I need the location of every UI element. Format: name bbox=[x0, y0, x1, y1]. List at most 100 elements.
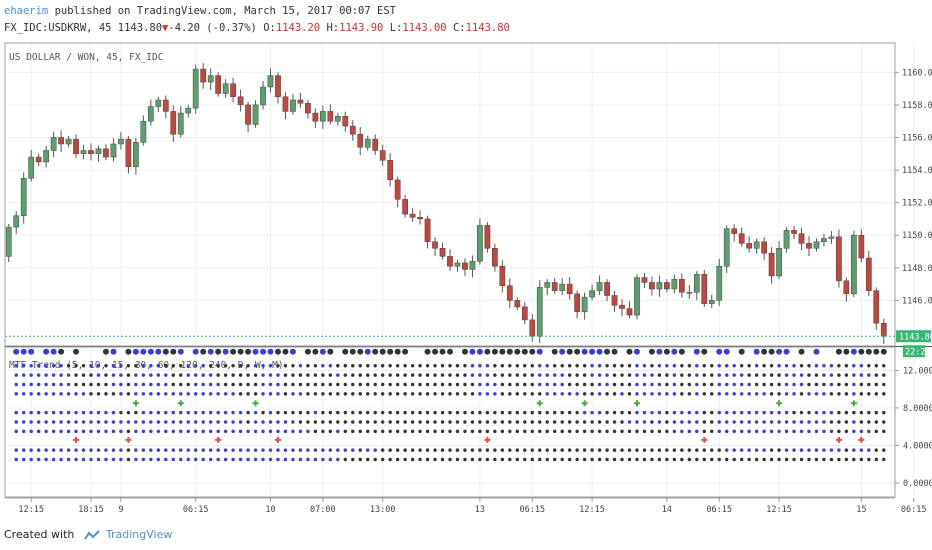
trend-dot bbox=[179, 382, 183, 387]
candle-body bbox=[634, 277, 640, 316]
trend-dot bbox=[448, 382, 452, 387]
trend-dot bbox=[425, 382, 430, 387]
summary-dot bbox=[514, 348, 521, 355]
trend-dot bbox=[575, 429, 579, 434]
trend-dot bbox=[164, 448, 168, 452]
trend-dot bbox=[739, 429, 744, 434]
trend-dot bbox=[216, 448, 220, 452]
trend-dot bbox=[874, 382, 879, 387]
trend-dot bbox=[410, 373, 415, 377]
trend-dot bbox=[620, 429, 624, 434]
trend-dot bbox=[111, 457, 116, 462]
trend-dot bbox=[238, 364, 243, 368]
trend-dot bbox=[837, 392, 841, 396]
trend-dot bbox=[268, 429, 273, 434]
trend-dot bbox=[373, 457, 377, 462]
trend-dot bbox=[769, 364, 774, 368]
trend-dot bbox=[410, 382, 415, 387]
open-label: O: bbox=[263, 22, 276, 34]
trend-dot bbox=[807, 448, 811, 452]
trend-dot bbox=[470, 457, 475, 462]
trend-dot bbox=[380, 420, 385, 424]
x-tick-label: 07:00 bbox=[310, 505, 336, 515]
trend-dot bbox=[208, 382, 213, 387]
trend-dot bbox=[410, 429, 415, 434]
trend-dot bbox=[725, 364, 729, 368]
trend-dot bbox=[380, 429, 385, 434]
trend-dot bbox=[530, 392, 534, 396]
trend-dot bbox=[455, 420, 460, 424]
trend-dot bbox=[844, 420, 849, 424]
trend-dot bbox=[508, 392, 512, 396]
summary-dot bbox=[678, 348, 685, 355]
summary-dot bbox=[215, 348, 222, 355]
trend-dot bbox=[710, 448, 714, 452]
trend-dot bbox=[485, 457, 490, 462]
trend-dot bbox=[882, 382, 886, 387]
trend-dot bbox=[66, 382, 71, 387]
trend-dot bbox=[822, 429, 826, 434]
trend-dot bbox=[126, 373, 131, 377]
trend-dot bbox=[769, 373, 774, 377]
trend-dot bbox=[852, 382, 856, 387]
trend-dot bbox=[463, 457, 467, 462]
summary-dot bbox=[73, 348, 80, 355]
chart-canvas[interactable]: US DOLLAR / WON, 45, FX_IDC 1146.00 1148.0… bbox=[0, 40, 932, 520]
summary-dot bbox=[110, 348, 117, 355]
trend-dot bbox=[612, 420, 617, 424]
trend-dot bbox=[119, 410, 123, 415]
trend-dot bbox=[695, 457, 699, 462]
trend-dot bbox=[328, 420, 333, 424]
trend-dot bbox=[268, 364, 273, 368]
trend-dot bbox=[478, 429, 482, 434]
trend-dot bbox=[762, 420, 766, 424]
trend-dot bbox=[545, 373, 549, 377]
summary-dot bbox=[574, 348, 581, 355]
trend-dot bbox=[725, 410, 729, 415]
trend-dot bbox=[395, 364, 400, 368]
trend-dot bbox=[463, 420, 467, 424]
trend-dot bbox=[343, 382, 347, 387]
candle-body bbox=[103, 148, 109, 158]
trend-dot bbox=[51, 420, 56, 424]
trend-dot bbox=[268, 373, 273, 377]
trend-dot bbox=[784, 420, 789, 424]
candle-body bbox=[327, 111, 334, 122]
author-link[interactable]: ehaerim bbox=[4, 5, 48, 17]
trend-dot bbox=[882, 410, 886, 415]
summary-dot bbox=[28, 348, 35, 355]
trend-dot bbox=[261, 457, 265, 462]
trend-dot bbox=[874, 448, 879, 452]
trend-dot bbox=[687, 448, 692, 452]
trend-dot bbox=[642, 364, 647, 368]
trend-dot bbox=[208, 373, 213, 377]
trend-dot bbox=[867, 420, 871, 424]
trend-dot bbox=[321, 429, 325, 434]
trend-dot bbox=[739, 457, 744, 462]
trend-dot bbox=[642, 392, 647, 396]
candle-body bbox=[28, 156, 35, 179]
trend-dot bbox=[126, 429, 131, 434]
trend-dot bbox=[373, 382, 377, 387]
trend-dot bbox=[762, 373, 766, 377]
trend-dot bbox=[672, 410, 677, 415]
trend-dot bbox=[747, 429, 751, 434]
trend-dot bbox=[680, 364, 684, 368]
trend-dot bbox=[104, 420, 108, 424]
open-value: 1143.20 bbox=[275, 22, 321, 34]
candle-body bbox=[671, 278, 678, 290]
tradingview-link[interactable]: TradingView bbox=[106, 528, 172, 541]
trend-dot bbox=[343, 364, 347, 368]
candle bbox=[484, 222, 491, 253]
trend-dot bbox=[440, 420, 445, 424]
trend-dot bbox=[403, 364, 407, 368]
trend-dot bbox=[560, 457, 564, 462]
trend-dot bbox=[156, 457, 161, 462]
candle-body bbox=[432, 241, 438, 249]
trend-dot bbox=[762, 364, 766, 368]
symbol-info: FX_IDC:USDKRW, 45 1143.80 bbox=[4, 22, 163, 34]
trend-dot bbox=[96, 373, 101, 377]
trend-dot bbox=[784, 410, 789, 415]
trend-dot bbox=[74, 382, 78, 387]
candle-body bbox=[843, 280, 850, 295]
